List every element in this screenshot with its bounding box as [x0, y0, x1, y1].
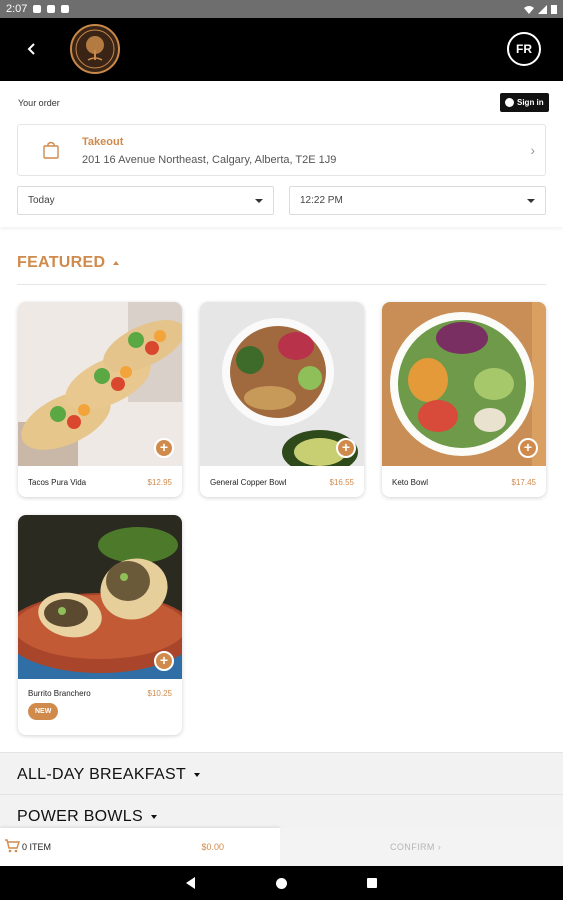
cart-item-count: 0 ITEM [22, 842, 52, 852]
confirm-label: CONFIRM [390, 842, 435, 852]
sign-in-label: Sign in [517, 98, 544, 107]
tree-logo-icon [75, 29, 115, 69]
expand-caret-icon [194, 773, 201, 777]
system-nav-bar [0, 866, 563, 900]
status-time: 2:07 [6, 3, 28, 15]
back-button[interactable] [20, 38, 42, 60]
user-icon [505, 98, 514, 107]
item-photo: + [18, 515, 182, 679]
add-to-cart-button[interactable]: + [154, 651, 174, 671]
storage-icon [61, 5, 70, 13]
day-select[interactable]: Today [17, 186, 274, 215]
item-photo: + [18, 302, 182, 466]
shopping-bag-icon [43, 141, 59, 159]
item-price: $16.55 [329, 478, 354, 487]
chevron-right-icon: › [437, 842, 442, 852]
nav-home-icon[interactable] [276, 878, 287, 889]
item-name: Burrito Branchero [28, 689, 91, 698]
new-badge: NEW [28, 703, 59, 720]
pickup-address: 201 16 Avenue Northeast, Calgary, Albert… [82, 154, 337, 166]
add-to-cart-button[interactable]: + [518, 438, 538, 458]
item-photo: + [200, 302, 364, 466]
order-panel: Your order Sign in Takeout 201 16 Avenue… [0, 81, 563, 227]
notification-icon [47, 5, 56, 13]
cart-total: $0.00 [201, 842, 224, 852]
sign-in-button[interactable]: Sign in [500, 93, 549, 112]
chevron-left-icon [27, 43, 35, 55]
item-photo: + [382, 302, 546, 466]
chevron-right-icon: › [530, 142, 535, 158]
item-price: $10.25 [147, 689, 172, 698]
menu-item-card[interactable]: + Tacos Pura Vida $12.95 [18, 302, 182, 497]
add-to-cart-button[interactable]: + [336, 438, 356, 458]
featured-section-header[interactable]: FEATURED [17, 254, 120, 272]
app-header: FR [0, 18, 563, 81]
collapse-caret-icon [113, 261, 120, 265]
expand-caret-icon [150, 815, 157, 819]
day-select-value: Today [28, 195, 55, 206]
cart-icon [5, 839, 20, 853]
section-all-day-breakfast[interactable]: ALL-DAY BREAKFAST [0, 752, 563, 794]
dropdown-arrow-icon [527, 198, 535, 203]
time-select-value: 12:22 PM [300, 195, 343, 206]
section-title: POWER BOWLS [17, 808, 143, 825]
brand-logo[interactable] [70, 24, 120, 74]
order-mode-label: Takeout [82, 136, 124, 148]
time-select[interactable]: 12:22 PM [289, 186, 546, 215]
signal-icon [538, 4, 547, 14]
nav-back-icon[interactable] [186, 877, 195, 889]
divider [17, 284, 546, 285]
nav-recents-icon[interactable] [367, 878, 377, 888]
your-order-label: Your order [18, 98, 60, 108]
menu-item-card[interactable]: + Keto Bowl $17.45 [382, 302, 546, 497]
item-price: $17.45 [511, 478, 536, 487]
add-to-cart-button[interactable]: + [154, 438, 174, 458]
battery-icon [551, 5, 557, 14]
item-price: $12.95 [147, 478, 172, 487]
item-name: General Copper Bowl [210, 478, 287, 487]
item-name: Keto Bowl [392, 478, 429, 487]
cart-bar: 0 ITEM $0.00 CONFIRM › [0, 828, 563, 866]
dropdown-arrow-icon [255, 198, 263, 203]
language-toggle-button[interactable]: FR [507, 32, 541, 66]
cart-summary[interactable]: 0 ITEM $0.00 [0, 828, 280, 866]
status-bar: 2:07 [0, 0, 563, 18]
section-title: ALL-DAY BREAKFAST [17, 766, 187, 783]
menu-item-card[interactable]: + General Copper Bowl $16.55 [200, 302, 364, 497]
confirm-button[interactable]: CONFIRM › [280, 828, 563, 866]
featured-title: FEATURED [17, 254, 106, 271]
item-name: Tacos Pura Vida [28, 478, 87, 487]
wifi-icon [524, 5, 534, 14]
message-icon [33, 5, 42, 13]
menu-item-card[interactable]: + Burrito Branchero $10.25 NEW [18, 515, 182, 735]
order-mode-card[interactable]: Takeout 201 16 Avenue Northeast, Calgary… [17, 124, 546, 176]
